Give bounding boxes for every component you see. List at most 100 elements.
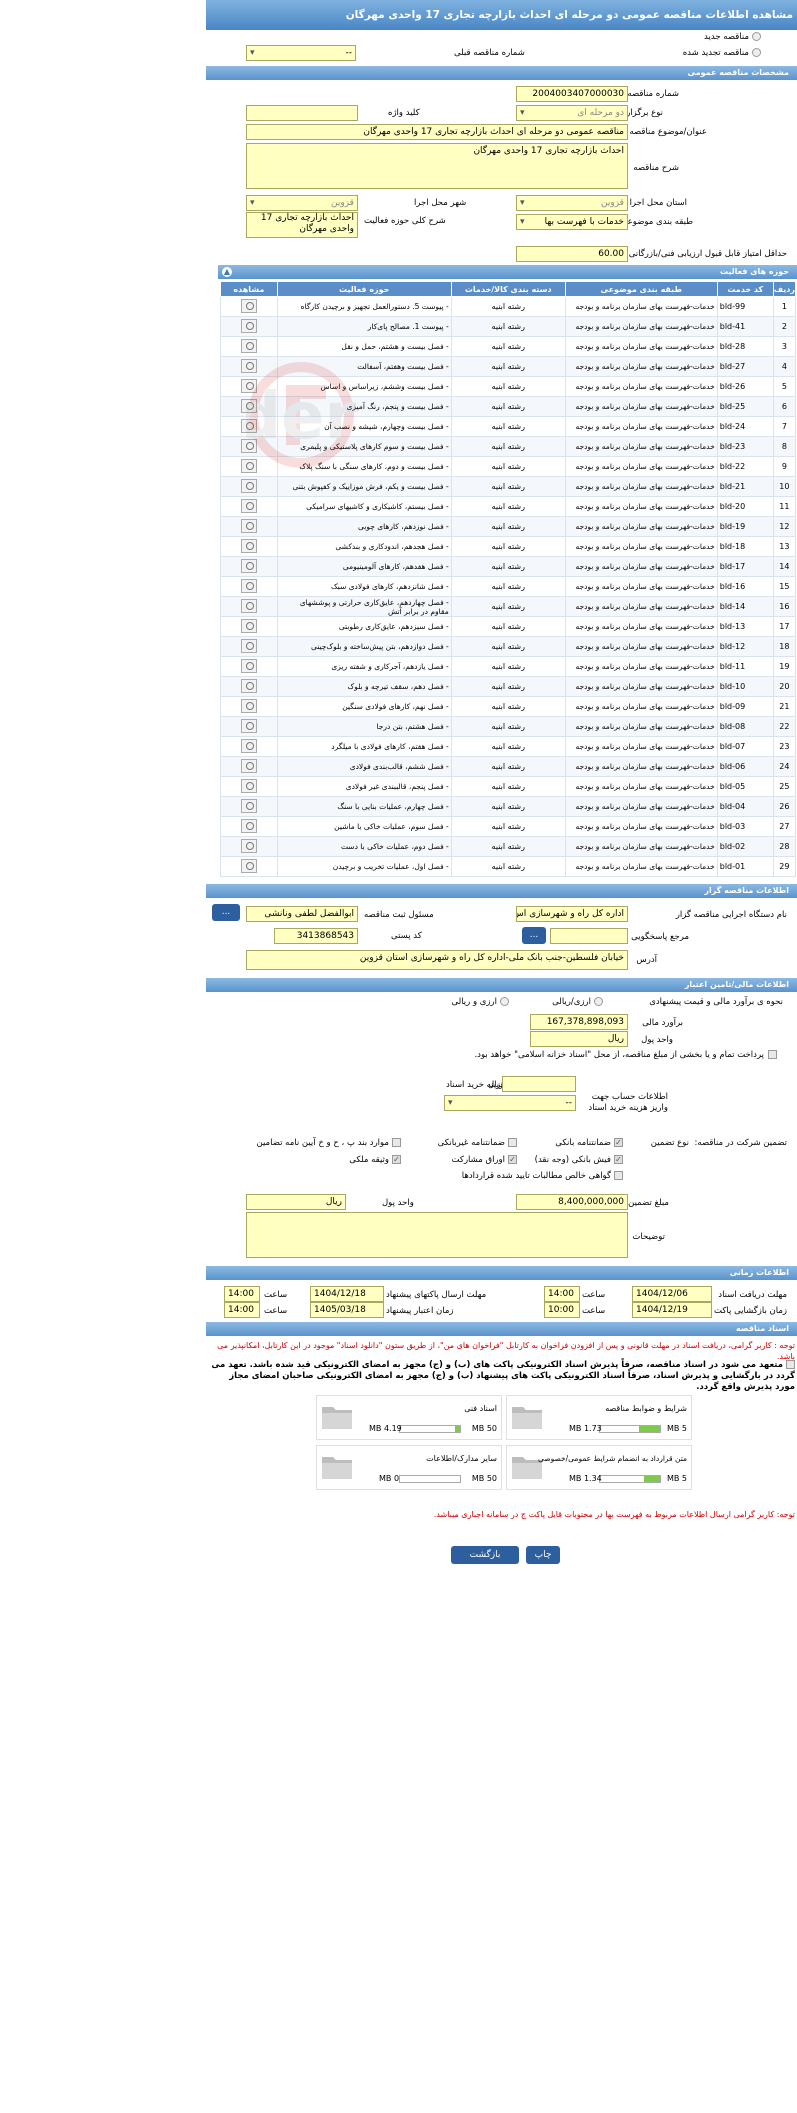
checkbox[interactable] <box>614 1138 623 1147</box>
view-icon[interactable] <box>240 658 257 673</box>
row-number: 16 <box>772 596 797 617</box>
view-icon[interactable] <box>240 318 257 333</box>
category-select[interactable]: خدمات با فهرست بها <box>516 214 628 230</box>
city-select[interactable]: قزوین <box>246 195 358 211</box>
collapse-icon[interactable]: ▲ <box>222 267 232 277</box>
row-number: 9 <box>772 456 797 477</box>
view-icon[interactable] <box>240 558 257 573</box>
view-icon[interactable] <box>240 338 257 353</box>
view-icon[interactable] <box>240 718 257 733</box>
view-icon[interactable] <box>240 398 257 413</box>
radio-circle[interactable] <box>752 48 761 57</box>
radio-circle[interactable] <box>594 997 603 1006</box>
opt-rial-fx[interactable]: ارزی/ریالی <box>552 997 603 1007</box>
view-icon[interactable] <box>240 358 257 373</box>
section-title: حوزه های فعالیت <box>719 267 789 276</box>
commitment-checkbox[interactable] <box>786 1360 795 1369</box>
view-icon[interactable] <box>240 478 257 493</box>
table-row: 12 bld-19 خدمات-فهرست بهای سازمان برنامه و… <box>220 516 797 537</box>
view-icon[interactable] <box>240 518 257 533</box>
view-icon[interactable] <box>240 618 257 633</box>
view-icon[interactable] <box>240 438 257 453</box>
row-group: رشته ابنیه <box>450 376 566 397</box>
checkbox[interactable] <box>392 1138 401 1147</box>
account-select[interactable]: -- <box>444 1095 576 1111</box>
opt-property-collateral[interactable]: وثیقه ملکی <box>349 1155 401 1165</box>
view-icon[interactable] <box>240 418 257 433</box>
doc-card[interactable]: متن قرارداد به انضمام شرایط عمومی/خصوصی … <box>506 1445 692 1490</box>
radio-new-tender[interactable]: مناقصه جدید <box>704 32 761 42</box>
prev-number-select[interactable]: -- <box>246 45 356 61</box>
radio-renewed-tender[interactable]: مناقصه تجدید شده <box>683 48 761 58</box>
opt-bank-guarantee[interactable]: ضمانتنامه بانکی <box>555 1138 623 1148</box>
checkbox[interactable] <box>508 1155 517 1164</box>
view-icon[interactable] <box>240 578 257 593</box>
radio-label: ارزی/ریالی <box>552 997 591 1007</box>
checkbox[interactable] <box>614 1155 623 1164</box>
province-select[interactable]: قزوین <box>516 195 628 211</box>
view-icon[interactable] <box>240 638 257 653</box>
row-group: رشته ابنیه <box>450 696 566 717</box>
checkbox[interactable] <box>508 1138 517 1147</box>
view-icon[interactable] <box>240 538 257 553</box>
view-icon[interactable] <box>240 678 257 693</box>
service-code: bld-23 <box>716 436 774 457</box>
view-icon[interactable] <box>240 838 257 853</box>
view-cell <box>220 396 278 417</box>
view-icon[interactable] <box>240 498 257 513</box>
section-organizer: اطلاعات مناقصه گزار <box>206 884 797 898</box>
view-icon[interactable] <box>240 378 257 393</box>
view-icon[interactable] <box>240 458 257 473</box>
opt-clauses[interactable]: موارد بند پ ، ح و خ آیین نامه تضامین <box>257 1138 401 1148</box>
officer-more-button[interactable]: ... <box>212 904 240 921</box>
ref-more-button[interactable]: ... <box>522 927 546 944</box>
view-icon[interactable] <box>240 758 257 773</box>
view-cell <box>220 756 278 777</box>
checkbox[interactable] <box>614 1171 623 1180</box>
doc-card[interactable]: شرایط و ضوابط مناقصه 5 MB 1.73 MB <box>506 1395 692 1440</box>
section-general: مشخصات مناقصه عمومی <box>206 66 797 80</box>
doc-size: 0 MB <box>379 1474 400 1483</box>
row-category: خدمات-فهرست بهای سازمان برنامه و بودجه <box>564 516 718 537</box>
row-group: رشته ابنیه <box>450 516 566 537</box>
doc-size: 4.19 MB <box>369 1424 402 1433</box>
min-score-field: 60.00 <box>516 246 628 262</box>
doc-card[interactable]: سایر مدارک/اطلاعات 50 MB 0 MB <box>316 1445 502 1490</box>
row-group: رشته ابنیه <box>450 836 566 857</box>
opt-bonds[interactable]: اوراق مشارکت <box>452 1155 517 1165</box>
view-icon[interactable] <box>240 738 257 753</box>
treasury-checkbox[interactable] <box>768 1050 777 1059</box>
time-label: ساعت <box>264 1290 288 1300</box>
type-select[interactable]: دو مرحله ای <box>516 105 628 121</box>
row-number: 17 <box>772 616 797 637</box>
keyword-field[interactable] <box>246 105 358 121</box>
checkbox[interactable] <box>392 1155 401 1164</box>
ref-field[interactable] <box>550 928 628 944</box>
back-button[interactable]: بازگشت <box>451 1546 519 1564</box>
service-code: bld-11 <box>716 656 774 677</box>
row-activity-field: - فصل سوم، عملیات خاکی با ماشین <box>276 816 452 837</box>
print-button[interactable]: چاپ <box>526 1546 560 1564</box>
opt-nonbank-guarantee[interactable]: ضمانتنامه غیربانکی <box>438 1138 517 1148</box>
radio-circle[interactable] <box>752 32 761 41</box>
view-icon[interactable] <box>240 598 257 613</box>
doc-card[interactable]: اسناد فنی 50 MB 4.19 MB <box>316 1395 502 1440</box>
radio-circle[interactable] <box>500 997 509 1006</box>
table-row: 26 bld-04 خدمات-فهرست بهای سازمان برنامه و… <box>220 796 797 817</box>
view-icon[interactable] <box>240 858 257 873</box>
view-icon[interactable] <box>240 298 257 313</box>
row-group: رشته ابنیه <box>450 676 566 697</box>
view-icon[interactable] <box>240 818 257 833</box>
opt-net-claims[interactable]: گواهی خالص مطالبات تایید شده قراردادها <box>462 1171 623 1181</box>
view-icon[interactable] <box>240 798 257 813</box>
row-group: رشته ابنیه <box>450 416 566 437</box>
estimate-method-label: نحوه ی برآورد مالی و قیمت پیشنهادی <box>649 997 783 1007</box>
account-label: اطلاعات حساب جهت واریز هزینه خرید اسناد <box>588 1092 668 1113</box>
opt-cash-receipt[interactable]: فیش بانکی (وجه نقد) <box>535 1155 623 1165</box>
officer-field: ابوالفضل لطفی ونانشی <box>246 906 358 922</box>
docs-notice: توجه : کاربر گرامی، دریافت اسناد در مهلت… <box>217 1341 795 1361</box>
notes-label: توضیحات <box>632 1232 665 1242</box>
view-icon[interactable] <box>240 778 257 793</box>
opt-fx-and-rial[interactable]: ارزی و ریالی <box>452 997 509 1007</box>
view-icon[interactable] <box>240 698 257 713</box>
